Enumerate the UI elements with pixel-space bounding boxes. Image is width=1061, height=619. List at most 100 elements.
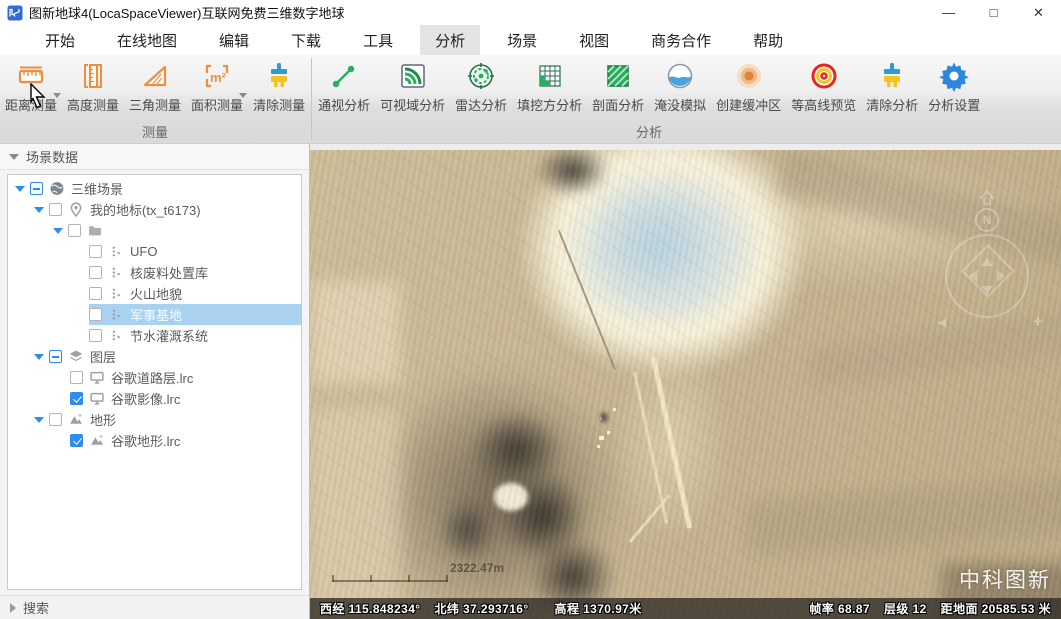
map-container: N + ◄ 2322.47m 中科图新: [310, 144, 1061, 619]
status-framerate: 帧率 68.87: [809, 600, 870, 617]
ribbon-button-clear-analysis[interactable]: 清除分析: [861, 57, 923, 114]
scene-data-header[interactable]: 场景数据: [0, 144, 309, 170]
expand-arrow-icon[interactable]: [53, 228, 63, 234]
scene-data-title: 场景数据: [26, 147, 78, 166]
checkbox-my-placemarks[interactable]: [49, 203, 62, 216]
search-panel-header[interactable]: 搜索: [0, 595, 309, 619]
ribbon-group-label: 测量: [0, 124, 310, 143]
menu-tab-help[interactable]: 帮助: [738, 25, 798, 55]
terrain-patch: [310, 408, 400, 619]
expand-arrow-icon[interactable]: [34, 354, 44, 360]
tree-item-3d-scene[interactable]: 三维场景: [8, 178, 301, 199]
checkbox-3d-scene[interactable]: [30, 182, 43, 195]
checkbox-volcano-landform[interactable]: [89, 287, 102, 300]
tree-item-layers[interactable]: 图层: [8, 346, 301, 367]
checkbox-google-imagery[interactable]: [70, 392, 83, 405]
ribbon-button-distance-measure[interactable]: 距离测量: [0, 57, 62, 114]
menu-tab-business[interactable]: 商务合作: [636, 25, 726, 55]
menu-tab-analysis[interactable]: 分析: [420, 25, 480, 55]
tree-item-google-terrain[interactable]: 谷歌地形.lrc: [8, 430, 301, 451]
tree-item-ufo[interactable]: UFO: [8, 241, 301, 262]
tree-item-label: 火山地貌: [130, 284, 182, 303]
tree-item-label: 地形: [90, 410, 116, 429]
scene-data-panel: 场景数据 三维场景我的地标(tx_t6173) UFO核废料处置库火山地貌军事基地…: [0, 144, 310, 619]
checkbox-google-terrain[interactable]: [70, 434, 83, 447]
ribbon-button-height-measure[interactable]: 高度测量: [62, 57, 124, 114]
ribbon-button-label: 分析设置: [928, 95, 980, 114]
tree-item-placemark-folder[interactable]: [8, 220, 301, 241]
checkbox-nuclear-waste-repository[interactable]: [89, 266, 102, 279]
menu-tab-view[interactable]: 视图: [564, 25, 624, 55]
menu-tab-online-map[interactable]: 在线地图: [102, 25, 192, 55]
pan-south-icon[interactable]: [981, 286, 993, 294]
menu-tab-edit[interactable]: 编辑: [204, 25, 264, 55]
tree-item-google-roads[interactable]: 谷歌道路层.lrc: [8, 367, 301, 388]
ribbon-button-label: 填挖方分析: [517, 95, 582, 114]
menu-tab-start[interactable]: 开始: [30, 25, 90, 55]
building: [599, 436, 604, 440]
radar-analysis-icon: [465, 60, 497, 92]
mountain-patch: [468, 408, 566, 492]
ribbon-button-cut-fill-analysis[interactable]: 填挖方分析: [512, 57, 587, 114]
close-button[interactable]: ✕: [1016, 0, 1061, 25]
contour-preview-icon: [808, 60, 840, 92]
ribbon-button-contour-preview[interactable]: 等高线预览: [786, 57, 861, 114]
zoom-in-icon[interactable]: +: [1033, 312, 1043, 332]
menu-tab-download[interactable]: 下载: [276, 25, 336, 55]
pan-up-icon[interactable]: [978, 190, 996, 206]
navigation-compass[interactable]: N + ◄: [939, 190, 1035, 322]
minimize-button[interactable]: —: [926, 0, 971, 25]
checkbox-ufo[interactable]: [89, 245, 102, 258]
pan-west-icon[interactable]: [969, 270, 977, 282]
analysis-settings-icon: [938, 60, 970, 92]
checkbox-google-roads[interactable]: [70, 371, 83, 384]
map-view[interactable]: N + ◄ 2322.47m 中科图新: [310, 150, 1061, 619]
checkbox-terrain[interactable]: [49, 413, 62, 426]
tree-item-label: 军事基地: [130, 305, 182, 324]
maximize-button[interactable]: □: [971, 0, 1016, 25]
checkbox-layers[interactable]: [49, 350, 62, 363]
tree-item-my-placemarks[interactable]: 我的地标(tx_t6173): [8, 199, 301, 220]
status-elevation: 高程 1370.97米: [555, 600, 642, 617]
tree-item-military-base[interactable]: 军事基地: [8, 304, 301, 325]
expand-arrow-icon[interactable]: [34, 417, 44, 423]
flood-simulation-icon: [664, 60, 696, 92]
ribbon-group-label: 分析: [313, 124, 985, 143]
ribbon-button-create-buffer[interactable]: 创建缓冲区: [711, 57, 786, 114]
pan-north-icon[interactable]: [981, 258, 993, 266]
checkbox-military-base[interactable]: [89, 308, 102, 321]
ribbon-button-profile-analysis[interactable]: 剖面分析: [587, 57, 649, 114]
group-separator: [311, 58, 312, 140]
ribbon-button-triangle-measure[interactable]: 三角测量: [124, 57, 186, 114]
tree-item-label: 核废料处置库: [130, 263, 208, 282]
tree-item-volcano-landform[interactable]: 火山地貌: [8, 283, 301, 304]
expand-arrow-icon[interactable]: [34, 207, 44, 213]
tree-item-nuclear-waste-repository[interactable]: 核废料处置库: [8, 262, 301, 283]
menu-tab-tools[interactable]: 工具: [348, 25, 408, 55]
ribbon-button-label: 剖面分析: [592, 95, 644, 114]
ribbon-button-sight-analysis[interactable]: 通视分析: [313, 57, 375, 114]
tree-item-google-imagery[interactable]: 谷歌影像.lrc: [8, 388, 301, 409]
ribbon-button-clear-measure[interactable]: 清除测量: [248, 57, 310, 114]
dropdown-arrow-icon[interactable]: [53, 93, 61, 98]
ribbon-button-area-measure[interactable]: m²面积测量: [186, 57, 248, 114]
ribbon-button-radar-analysis[interactable]: 雷达分析: [450, 57, 512, 114]
clear-measure-icon: [263, 60, 295, 92]
ribbon-button-viewshed-analysis[interactable]: 可视域分析: [375, 57, 450, 114]
lakebed: [520, 150, 805, 375]
checkbox-water-saving-irrigation[interactable]: [89, 329, 102, 342]
checkbox-placemark-folder[interactable]: [68, 224, 81, 237]
dropdown-arrow-icon[interactable]: [239, 93, 247, 98]
expand-arrow-icon[interactable]: [15, 186, 25, 192]
tree-item-water-saving-irrigation[interactable]: 节水灌溉系统: [8, 325, 301, 346]
terrain-icon: [89, 433, 105, 448]
pan-east-icon[interactable]: [997, 270, 1005, 282]
menu-tab-scene[interactable]: 场景: [492, 25, 552, 55]
rotate-left-icon[interactable]: ◄: [935, 314, 949, 330]
ribbon-button-analysis-settings[interactable]: 分析设置: [923, 57, 985, 114]
compass-ring[interactable]: + ◄: [945, 234, 1029, 318]
cut-fill-analysis-icon: [534, 60, 566, 92]
tree-item-terrain[interactable]: 地形: [8, 409, 301, 430]
ribbon-button-flood-simulation[interactable]: 淹没模拟: [649, 57, 711, 114]
compass-north-button[interactable]: N: [975, 208, 999, 232]
